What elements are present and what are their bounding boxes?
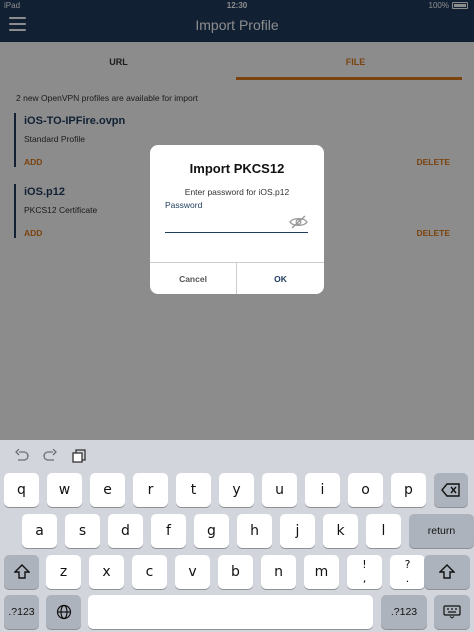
import-pkcs12-dialog: Import PKCS12 Enter password for iOS.p12… <box>150 145 324 294</box>
key-w[interactable]: w <box>47 473 82 507</box>
key-g[interactable]: g <box>194 514 229 548</box>
key-top-char: ? <box>404 558 411 571</box>
undo-icon[interactable] <box>14 448 30 463</box>
key-d[interactable]: d <box>108 514 143 548</box>
key-k[interactable]: k <box>323 514 358 548</box>
shift-icon <box>13 564 30 579</box>
key-bottom-char: , <box>362 572 367 585</box>
key-m[interactable]: m <box>304 555 339 589</box>
key-i[interactable]: i <box>305 473 340 507</box>
key-l[interactable]: l <box>366 514 401 548</box>
key-z[interactable]: z <box>46 555 81 589</box>
key-s[interactable]: s <box>65 514 100 548</box>
return-key[interactable]: return <box>409 514 474 548</box>
ok-button[interactable]: OK <box>237 263 324 294</box>
paste-icon[interactable] <box>71 449 87 463</box>
key-p[interactable]: p <box>391 473 426 507</box>
key-t[interactable]: t <box>176 473 211 507</box>
hide-keyboard-key[interactable] <box>434 595 470 629</box>
dialog-message: Enter password for iOS.p12 <box>184 187 290 197</box>
dialog-actions: Cancel OK <box>150 262 324 294</box>
numbers-key-left[interactable]: .?123 <box>4 595 39 629</box>
key-b[interactable]: b <box>218 555 253 589</box>
redo-icon[interactable] <box>42 448 58 463</box>
key-o[interactable]: o <box>348 473 383 507</box>
globe-key[interactable] <box>46 595 81 629</box>
dialog-title: Import PKCS12 <box>189 161 285 176</box>
key-j[interactable]: j <box>280 514 315 548</box>
key-a[interactable]: a <box>22 514 57 548</box>
key-u[interactable]: u <box>262 473 297 507</box>
keyboard-hide-icon <box>443 605 461 619</box>
backspace-key[interactable] <box>434 473 468 507</box>
cancel-button[interactable]: Cancel <box>150 263 237 294</box>
key-h[interactable]: h <box>237 514 272 548</box>
space-key[interactable] <box>88 595 373 629</box>
key-v[interactable]: v <box>175 555 210 589</box>
key-c[interactable]: c <box>132 555 167 589</box>
keyboard-toolbar <box>0 440 474 473</box>
shift-key-right[interactable] <box>424 555 470 589</box>
key-y[interactable]: y <box>219 473 254 507</box>
globe-icon <box>56 604 71 620</box>
key-x[interactable]: x <box>89 555 124 589</box>
eye-off-icon[interactable] <box>289 215 308 229</box>
key-r[interactable]: r <box>133 473 168 507</box>
on-screen-keyboard: q w e r t y u i o p a s d f g h j k l return z x c v b n m!,?. .?12… <box>0 440 474 632</box>
key-top-char: ! <box>362 558 367 571</box>
backspace-icon <box>441 483 460 497</box>
numbers-key-right[interactable]: .?123 <box>381 595 427 629</box>
key-f[interactable]: f <box>151 514 186 548</box>
key-n[interactable]: n <box>261 555 296 589</box>
key-e[interactable]: e <box>90 473 125 507</box>
shift-key-left[interactable] <box>4 555 39 589</box>
password-label: Password <box>165 200 203 210</box>
key-exclamation-comma[interactable]: !, <box>347 555 382 589</box>
key-q[interactable]: q <box>4 473 39 507</box>
shift-icon <box>439 564 455 579</box>
password-field[interactable] <box>165 213 308 233</box>
key-question-period[interactable]: ?. <box>390 555 425 589</box>
key-bottom-char: . <box>405 572 410 585</box>
